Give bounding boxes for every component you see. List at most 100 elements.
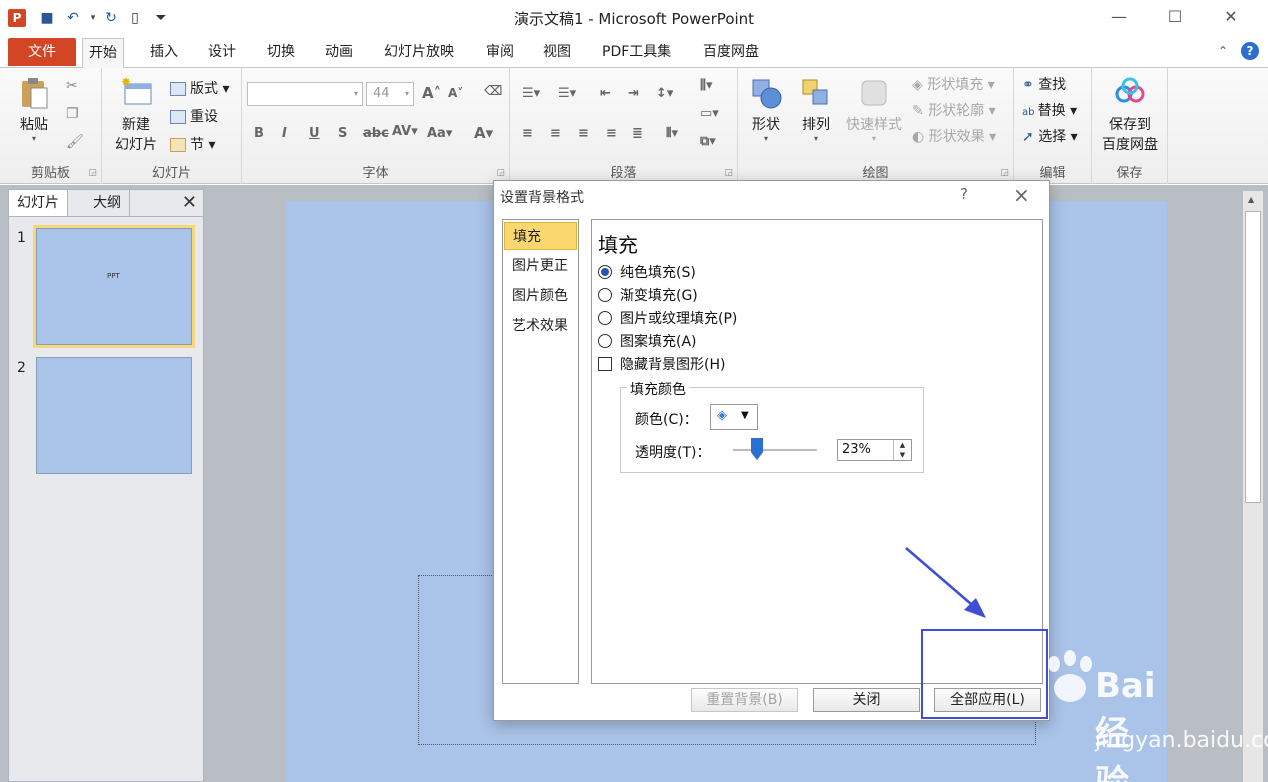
picture-fill-option[interactable]: 图片或纹理填充(P)	[598, 308, 737, 328]
reset-button[interactable]: 重设	[170, 106, 218, 126]
save-to-baidu-button[interactable]: 保存到 百度网盘	[1096, 76, 1164, 154]
clear-format-icon[interactable]: ⌫	[484, 84, 502, 99]
tab-slides-pane[interactable]: 幻灯片	[9, 190, 68, 216]
radio[interactable]	[598, 288, 612, 302]
help-icon[interactable]: ?	[1241, 42, 1259, 60]
font-size-combo[interactable]: 44 ▾	[366, 82, 414, 106]
line-spacing-icon[interactable]: ↕▾	[656, 86, 673, 101]
tab-insert[interactable]: 插入	[144, 38, 184, 68]
increase-indent-icon[interactable]: ⇥	[628, 86, 639, 101]
tab-pdf-tools[interactable]: PDF工具集	[596, 38, 677, 68]
select-button[interactable]: ➚ 选择 ▾	[1022, 126, 1078, 146]
color-picker-button[interactable]: ◈ ▼	[710, 404, 758, 430]
arrange-button[interactable]: 排列 ▾	[794, 76, 838, 143]
tab-file[interactable]: 文件	[8, 38, 76, 66]
cursor-icon: ➚	[1022, 129, 1039, 145]
new-slide-button[interactable]: ✸ 新建 幻灯片	[106, 76, 166, 154]
format-painter-icon[interactable]: 🖌	[66, 134, 84, 150]
strikethrough-icon[interactable]: abc	[363, 126, 389, 141]
smartart-icon[interactable]: ⧉▾	[700, 134, 716, 149]
dialog-launcher-icon[interactable]: ◲	[88, 168, 97, 178]
italic-icon[interactable]: I	[282, 126, 287, 141]
shape-outline-button[interactable]: ✎ 形状轮廓 ▾	[912, 100, 996, 120]
numbering-icon[interactable]: ☰▾	[558, 86, 576, 101]
tab-home[interactable]: 开始	[82, 38, 124, 69]
tab-outline-pane[interactable]: 大纲	[85, 190, 130, 216]
radio[interactable]	[598, 311, 612, 325]
grow-font-icon[interactable]: A˄	[422, 84, 441, 102]
radio-selected[interactable]	[598, 265, 612, 279]
color-label: 颜色(C)：	[635, 412, 698, 428]
cut-icon[interactable]: ✂	[66, 78, 78, 94]
maximize-button[interactable]: ☐	[1152, 4, 1198, 30]
scroll-up-icon[interactable]: ▲	[1248, 195, 1254, 204]
dialog-launcher-icon[interactable]: ◲	[724, 168, 733, 178]
transparency-slider[interactable]	[733, 449, 817, 451]
tab-design[interactable]: 设计	[202, 38, 242, 68]
close-button[interactable]: 关闭	[813, 688, 920, 712]
find-button[interactable]: ⚭ 查找	[1022, 74, 1066, 94]
scrollbar-thumb[interactable]	[1245, 211, 1261, 503]
tab-review[interactable]: 审阅	[480, 38, 520, 68]
align-center-icon[interactable]: ≡	[550, 126, 561, 141]
close-window-button[interactable]: ✕	[1208, 4, 1254, 30]
tab-transitions[interactable]: 切换	[261, 38, 301, 68]
justify-icon[interactable]: ≡	[606, 126, 617, 141]
layout-button[interactable]: 版式 ▾	[170, 78, 229, 98]
reset-background-button[interactable]: 重置背景(B)	[691, 688, 798, 712]
vertical-scrollbar[interactable]: ▲	[1243, 191, 1263, 782]
align-left-icon[interactable]: ≡	[522, 126, 533, 141]
chevron-down-icon: ▾	[353, 89, 358, 98]
align-right-icon[interactable]: ≡	[578, 126, 589, 141]
transparency-label: 透明度(T)：	[635, 445, 711, 461]
checkbox[interactable]	[598, 357, 612, 371]
text-direction-icon[interactable]: ⫼▾	[700, 78, 713, 93]
dialog-launcher-icon[interactable]: ◲	[1000, 168, 1009, 178]
copy-icon[interactable]: ❐	[66, 106, 79, 122]
shrink-font-icon[interactable]: A˅	[448, 86, 463, 100]
underline-icon[interactable]: U	[309, 126, 320, 141]
nav-picture-corrections[interactable]: 图片更正	[504, 252, 577, 280]
slide-thumbnail-2[interactable]	[36, 357, 192, 474]
decrease-indent-icon[interactable]: ⇤	[600, 86, 611, 101]
char-spacing-icon[interactable]: AV▾	[392, 124, 418, 139]
shape-fill-button[interactable]: ◈ 形状填充 ▾	[912, 74, 995, 94]
align-text-icon[interactable]: ▭▾	[700, 106, 719, 121]
transparency-slider-thumb[interactable]	[751, 438, 763, 460]
replace-button[interactable]: ab 替换 ▾	[1022, 100, 1077, 120]
nav-fill[interactable]: 填充	[504, 222, 577, 250]
section-button[interactable]: 节 ▾	[170, 134, 215, 154]
dialog-launcher-icon[interactable]: ◲	[496, 168, 505, 178]
change-case-icon[interactable]: Aa▾	[427, 126, 452, 141]
minimize-button[interactable]: —	[1096, 4, 1142, 30]
shapes-button[interactable]: 形状 ▾	[744, 76, 788, 143]
hide-background-graphics-option[interactable]: 隐藏背景图形(H)	[598, 354, 725, 374]
help-icon[interactable]: ?	[960, 185, 968, 203]
tab-baidu-netdisk[interactable]: 百度网盘	[697, 38, 765, 68]
distribute-icon[interactable]: ≣	[632, 126, 643, 141]
font-color-icon[interactable]: A▾	[474, 124, 493, 142]
close-icon[interactable]: ×	[1013, 183, 1030, 207]
slide-thumbnail-1[interactable]: PPT	[36, 228, 192, 345]
solid-fill-option[interactable]: 纯色填充(S)	[598, 262, 696, 282]
gradient-fill-option[interactable]: 渐变填充(G)	[598, 285, 698, 305]
tab-slideshow[interactable]: 幻灯片放映	[378, 38, 460, 68]
columns-icon[interactable]: ⫴▾	[666, 126, 678, 141]
transparency-spinner[interactable]: 23% ▲ ▼	[837, 439, 912, 461]
tab-animations[interactable]: 动画	[319, 38, 359, 68]
shape-effects-button[interactable]: ◐ 形状效果 ▾	[912, 126, 996, 146]
shadow-icon[interactable]: S	[338, 126, 347, 141]
font-family-combo[interactable]: ▾	[247, 82, 363, 106]
radio[interactable]	[598, 334, 612, 348]
bold-icon[interactable]: B	[254, 126, 264, 141]
paste-button[interactable]: 粘贴 ▾	[10, 76, 58, 143]
close-icon[interactable]: ✕	[182, 192, 197, 213]
collapse-ribbon-icon[interactable]: ⌃	[1218, 44, 1228, 58]
nav-picture-color[interactable]: 图片颜色	[504, 282, 577, 310]
bullets-icon[interactable]: ☰▾	[522, 86, 540, 101]
tab-view[interactable]: 视图	[537, 38, 577, 68]
quick-styles-button[interactable]: 快速样式 ▾	[842, 76, 906, 143]
pattern-fill-option[interactable]: 图案填充(A)	[598, 331, 697, 351]
nav-artistic-effects[interactable]: 艺术效果	[504, 312, 577, 340]
spinner-buttons[interactable]: ▲ ▼	[893, 440, 911, 460]
